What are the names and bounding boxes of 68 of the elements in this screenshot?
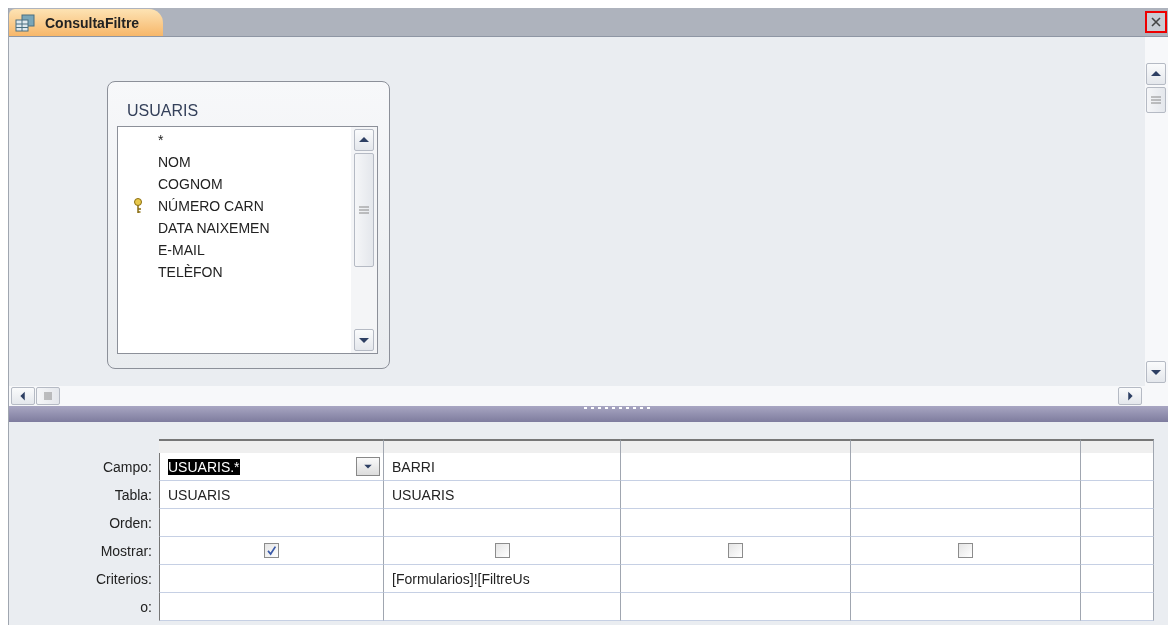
field-cell[interactable]	[1081, 453, 1154, 481]
field-item[interactable]: DATA NAIXEMEN	[118, 217, 351, 239]
field-item[interactable]: TELÈFON	[118, 261, 351, 283]
grid-cell[interactable]	[159, 537, 384, 565]
scroll-up-button[interactable]	[1146, 63, 1166, 85]
grid-cell[interactable]	[621, 593, 851, 621]
row-label: Tabla:	[114, 487, 153, 503]
checkbox[interactable]	[494, 543, 510, 558]
grid-cell[interactable]	[159, 509, 384, 537]
column-selector[interactable]	[851, 439, 1081, 453]
scrollbar-thumb[interactable]	[36, 387, 60, 405]
scroll-up-button[interactable]	[354, 129, 374, 151]
grid-cell[interactable]	[1081, 565, 1154, 593]
table-field-list[interactable]: USUARIS * NOM COGNOM NÚMERO CARN DATA NAIXEMEN E-MAIL TELÈFON	[107, 81, 390, 369]
field-cell[interactable]	[621, 453, 851, 481]
field-cell[interactable]: BARRI	[384, 453, 621, 481]
column-selector[interactable]	[384, 439, 621, 453]
field-item[interactable]: NOM	[118, 151, 351, 173]
grid-cell[interactable]	[384, 509, 621, 537]
scrollbar-thumb[interactable]	[1146, 87, 1166, 113]
field-cell[interactable]: USUARIS.*	[159, 453, 384, 481]
column-selector[interactable]	[1081, 439, 1154, 453]
grid-cell[interactable]: [Formularios]![FiltreUs	[384, 565, 621, 593]
row-label: Orden:	[109, 515, 153, 531]
grid-cell[interactable]: USUARIS	[159, 481, 384, 509]
grid-cell[interactable]	[621, 509, 851, 537]
row-label: o:	[140, 599, 153, 615]
dropdown-button[interactable]	[356, 457, 380, 476]
field-cell[interactable]	[851, 453, 1081, 481]
scroll-right-button[interactable]	[1118, 387, 1142, 405]
field-item[interactable]: *	[118, 129, 351, 151]
grid-cell[interactable]: USUARIS	[384, 481, 621, 509]
field-item[interactable]: COGNOM	[118, 173, 351, 195]
grid-cell[interactable]	[851, 481, 1081, 509]
grid-cell[interactable]	[851, 509, 1081, 537]
scroll-down-button[interactable]	[1146, 361, 1166, 383]
field-item[interactable]: E-MAIL	[118, 239, 351, 261]
grid-cell[interactable]	[621, 481, 851, 509]
row-label: Mostrar:	[100, 543, 153, 559]
grid-cell[interactable]	[384, 537, 621, 565]
column-selector[interactable]	[159, 439, 384, 453]
row-label: Criterios:	[96, 571, 153, 587]
grid-cell[interactable]	[621, 565, 851, 593]
close-icon	[1150, 16, 1162, 28]
grid-cell[interactable]	[1081, 481, 1154, 509]
grid-cell[interactable]	[851, 593, 1081, 621]
grid-cell[interactable]	[1081, 593, 1154, 621]
checkbox[interactable]	[728, 543, 743, 558]
grid-cell[interactable]	[851, 537, 1081, 565]
close-button[interactable]	[1145, 11, 1167, 33]
row-label: Campo:	[102, 459, 153, 475]
grid-cell[interactable]	[159, 565, 384, 593]
document-tab[interactable]: ConsultaFiltre	[9, 9, 164, 36]
scroll-left-button[interactable]	[11, 387, 35, 405]
query-icon	[15, 13, 35, 32]
grid-cell[interactable]	[621, 537, 851, 565]
grid-cell[interactable]	[384, 593, 621, 621]
column-selector[interactable]	[621, 439, 851, 453]
field-item[interactable]: NÚMERO CARN	[118, 195, 351, 217]
scrollbar-thumb[interactable]	[354, 153, 374, 267]
checkbox[interactable]	[958, 543, 973, 558]
scroll-down-button[interactable]	[354, 329, 374, 351]
grid-cell[interactable]	[1081, 509, 1154, 537]
grid-cell[interactable]	[159, 593, 384, 621]
grid-cell[interactable]	[1081, 537, 1154, 565]
grid-cell[interactable]	[851, 565, 1081, 593]
checkbox[interactable]	[264, 543, 279, 558]
table-title: USUARIS	[126, 101, 199, 121]
